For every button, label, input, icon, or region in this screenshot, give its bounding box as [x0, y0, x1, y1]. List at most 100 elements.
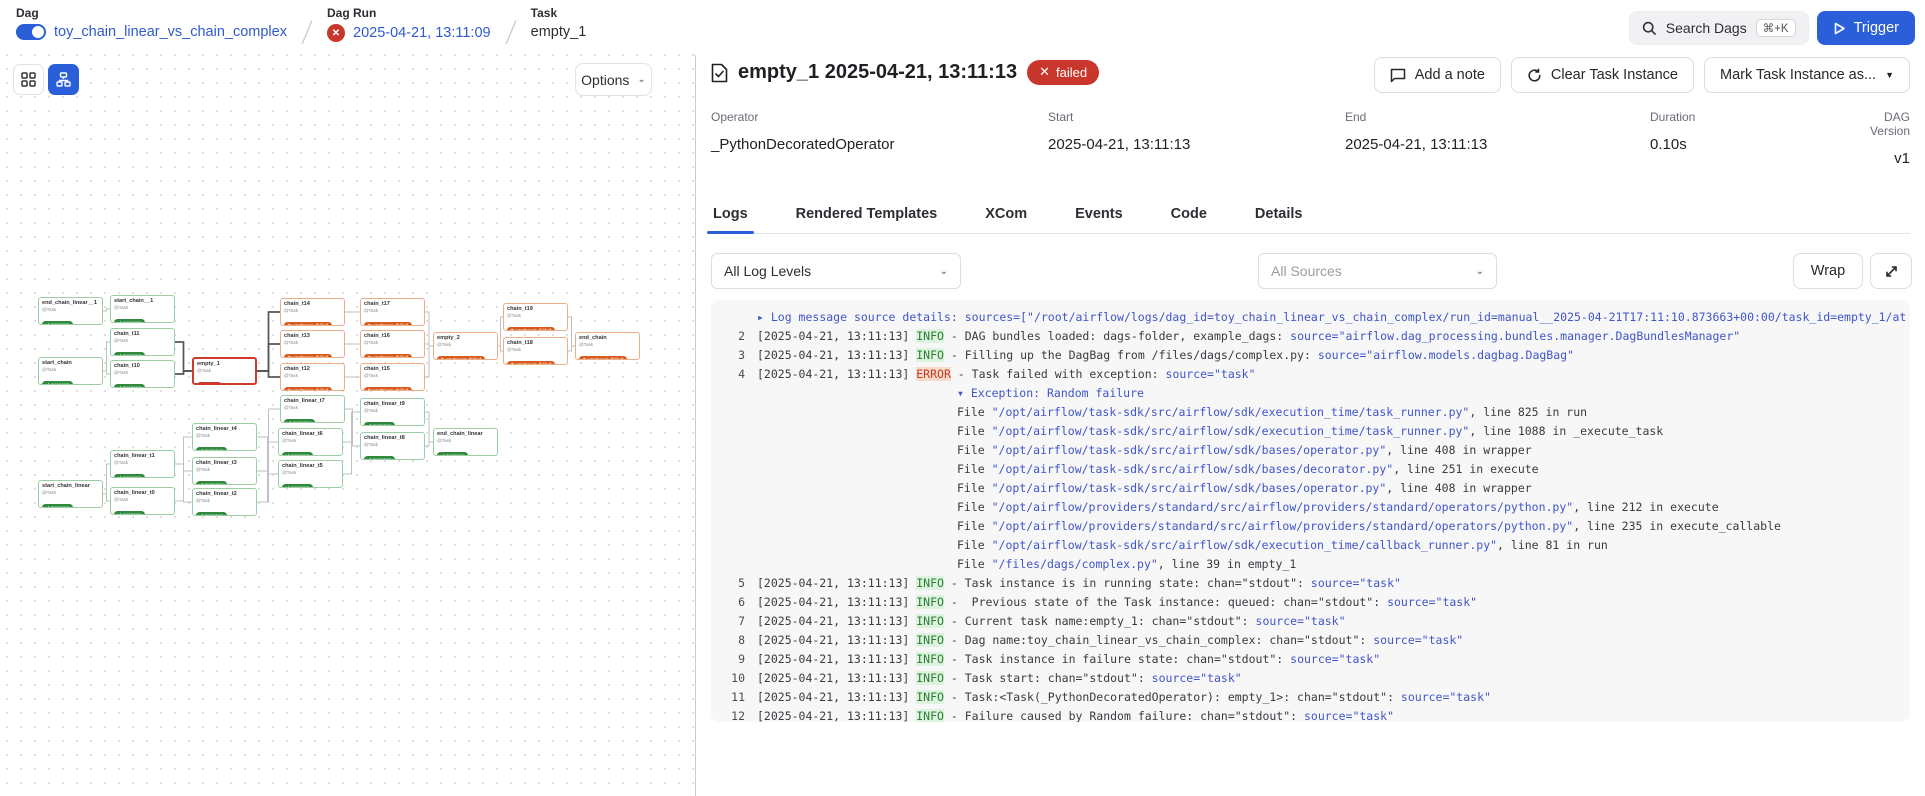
options-label: Options — [581, 72, 629, 88]
graph-edge — [103, 309, 110, 311]
trigger-button[interactable]: Trigger — [1817, 11, 1915, 45]
graph-node-end_chain[interactable]: end_chain@Task↻ upstream_failed — [575, 332, 640, 360]
graph-node-chain_t13[interactable]: chain_t13@Task↻ upstream_failed — [280, 330, 345, 358]
node-status-label: upstream_failed — [588, 357, 623, 361]
meta-value: 0.10s — [1650, 136, 1843, 153]
search-dags-button[interactable]: Search Dags ⌘+K — [1629, 11, 1809, 45]
graph-node-chain_linear_t6[interactable]: chain_linear_t6@Task✓ success — [278, 428, 343, 456]
tab-details[interactable]: Details — [1253, 200, 1305, 233]
log-line: 12[2025-04-21, 13:11:13] INFO - Failure … — [721, 707, 1910, 722]
graph-node-chain_t12[interactable]: chain_t12@Task↻ upstream_failed — [280, 363, 345, 391]
node-subtitle: @Task — [114, 370, 171, 376]
graph-node-chain_t18[interactable]: chain_t18@Task↻ upstream_failed — [503, 337, 568, 365]
log-line: ▸ Log message source details: sources=["… — [721, 308, 1910, 327]
graph-node-chain_linear_t9[interactable]: chain_linear_t9@Task✓ success — [360, 398, 425, 426]
node-status-icon: ↻ — [288, 355, 292, 359]
tab-logs[interactable]: Logs — [711, 200, 750, 233]
graph-node-chain_linear_t8[interactable]: chain_linear_t8@Task✓ success — [360, 432, 425, 460]
log-line-text: [2025-04-21, 13:11:13] INFO - Previous s… — [745, 593, 1477, 612]
log-line-text: File "/opt/airflow/providers/standard/sr… — [745, 517, 1781, 536]
wrap-button[interactable]: Wrap — [1793, 253, 1863, 289]
node-subtitle: @Task — [42, 307, 99, 313]
graph-node-chain_t11[interactable]: chain_t11@Task✓ success — [110, 328, 175, 356]
graph-node-start_chain[interactable]: start_chain@Task✓ success — [38, 357, 103, 385]
search-dags-label: Search Dags — [1666, 20, 1747, 36]
node-status-icon: ↻ — [368, 323, 372, 327]
tab-rendered-templates[interactable]: Rendered Templates — [794, 200, 940, 233]
node-status-badge: ↻ upstream_failed — [284, 354, 332, 359]
graph-node-chain_linear_t2[interactable]: chain_linear_t2@Task✓ success — [192, 488, 257, 516]
graph-node-end_chain_linear__1[interactable]: end_chain_linear__1@Task✓ success — [38, 297, 103, 325]
graph-view-button[interactable] — [48, 64, 79, 95]
node-status-icon: ✕ — [201, 383, 205, 386]
log-line-number: 10 — [721, 669, 745, 688]
graph-node-chain_linear_t7[interactable]: chain_linear_t7@Task✓ success — [280, 395, 345, 423]
tab-code[interactable]: Code — [1169, 200, 1209, 233]
node-status-badge: ✓ success — [42, 504, 73, 509]
graph-options-button[interactable]: Options ⌄ — [575, 63, 652, 96]
log-viewer[interactable]: ▸ Log message source details: sources=["… — [711, 300, 1910, 722]
mark-task-instance-as-button[interactable]: Mark Task Instance as... ▼ — [1704, 57, 1910, 93]
node-status-badge: ✓ success — [114, 384, 145, 389]
node-status-label: upstream_failed — [373, 323, 408, 327]
node-title: start_chain__1 — [114, 298, 171, 305]
node-status-badge: ✓ success — [196, 512, 227, 517]
dag-run-link[interactable]: 2025-04-21, 13:11:09 — [353, 25, 491, 41]
dag-link[interactable]: toy_chain_linear_vs_chain_complex — [54, 24, 287, 40]
node-subtitle: @Task — [196, 433, 253, 439]
node-status-label: success — [51, 382, 69, 386]
graph-node-empty_2[interactable]: empty_2@Task↻ upstream_failed — [433, 332, 498, 360]
log-line-text: [2025-04-21, 13:11:13] INFO - Task:<Task… — [745, 688, 1491, 707]
graph-edge — [425, 346, 433, 377]
graph-edge — [345, 409, 360, 446]
graph-node-chain_t14[interactable]: chain_t14@Task↻ upstream_failed — [280, 298, 345, 326]
graph-node-chain_t17[interactable]: chain_t17@Task↻ upstream_failed — [360, 298, 425, 326]
graph-node-chain_t19[interactable]: chain_t19@Task↻ upstream_failed — [503, 303, 568, 331]
log-line-number: 4 — [721, 365, 745, 384]
log-source-value: All Sources — [1271, 263, 1342, 279]
log-line: File "/opt/airflow/task-sdk/src/airflow/… — [721, 441, 1910, 460]
log-line: File "/opt/airflow/task-sdk/src/airflow/… — [721, 479, 1910, 498]
graph-edge — [103, 464, 110, 494]
dag-pause-toggle[interactable] — [16, 24, 46, 40]
add-note-button[interactable]: Add a note — [1374, 57, 1501, 93]
breadcrumb-separator: ╱ — [506, 20, 516, 45]
log-line: ▾ Exception: Random failure — [721, 384, 1910, 403]
node-status-label: success — [51, 322, 69, 326]
dag-label: Dag — [16, 6, 287, 20]
graph-node-empty_1[interactable]: empty_1@Task✕ failed — [192, 357, 257, 385]
graph-node-start_chain__1[interactable]: start_chain__1@Task✓ success — [110, 295, 175, 323]
graph-node-end_chain_linear[interactable]: end_chain_linear@Task✓ success — [433, 428, 498, 456]
graph-node-chain_t16[interactable]: chain_t16@Task↻ upstream_failed — [360, 330, 425, 358]
tab-events[interactable]: Events — [1073, 200, 1125, 233]
node-status-label: upstream_failed — [373, 388, 408, 392]
graph-node-chain_linear_t3[interactable]: chain_linear_t3@Task✓ success — [192, 457, 257, 485]
grid-view-button[interactable] — [13, 64, 44, 95]
graph-edge — [425, 412, 433, 442]
graph-edge — [568, 346, 575, 351]
clear-task-instance-button[interactable]: Clear Task Instance — [1511, 57, 1694, 93]
node-status-label: success — [205, 513, 223, 517]
graph-node-chain_linear_t1[interactable]: chain_linear_t1@Task✓ success — [110, 450, 175, 478]
graph-node-chain_t10[interactable]: chain_t10@Task✓ success — [110, 360, 175, 388]
graph-node-chain_linear_t5[interactable]: chain_linear_t5@Task✓ success — [278, 460, 343, 488]
tab-xcom[interactable]: XCom — [983, 200, 1029, 233]
failed-x-icon: ✕ — [1039, 64, 1050, 80]
graph-node-start_chain_linear[interactable]: start_chain_linear@Task✓ success — [38, 480, 103, 508]
mark-task-instance-as-label: Mark Task Instance as... — [1720, 67, 1876, 83]
node-title: chain_t14 — [284, 301, 341, 308]
meta-end: End2025-04-21, 13:11:13 — [1345, 110, 1650, 167]
graph-node-chain_linear_t0[interactable]: chain_linear_t0@Task✓ success — [110, 487, 175, 515]
graph-icon — [56, 72, 71, 87]
dag-graph: end_chain_linear__1@Task✓ successstart_c… — [0, 48, 695, 796]
log-level-select[interactable]: All Log Levels ⌄ — [711, 253, 961, 289]
chevron-down-icon: ⌄ — [637, 74, 645, 85]
dag-run-failed-icon: ✕ — [327, 24, 345, 42]
graph-node-chain_t15[interactable]: chain_t15@Task↻ upstream_failed — [360, 363, 425, 391]
fullscreen-button[interactable] — [1870, 253, 1912, 289]
grid-icon — [21, 72, 36, 87]
graph-node-chain_linear_t4[interactable]: chain_linear_t4@Task✓ success — [192, 423, 257, 451]
node-status-badge: ↻ upstream_failed — [284, 322, 332, 327]
log-source-select[interactable]: All Sources ⌄ — [1258, 253, 1497, 289]
node-title: start_chain_linear — [42, 483, 99, 490]
